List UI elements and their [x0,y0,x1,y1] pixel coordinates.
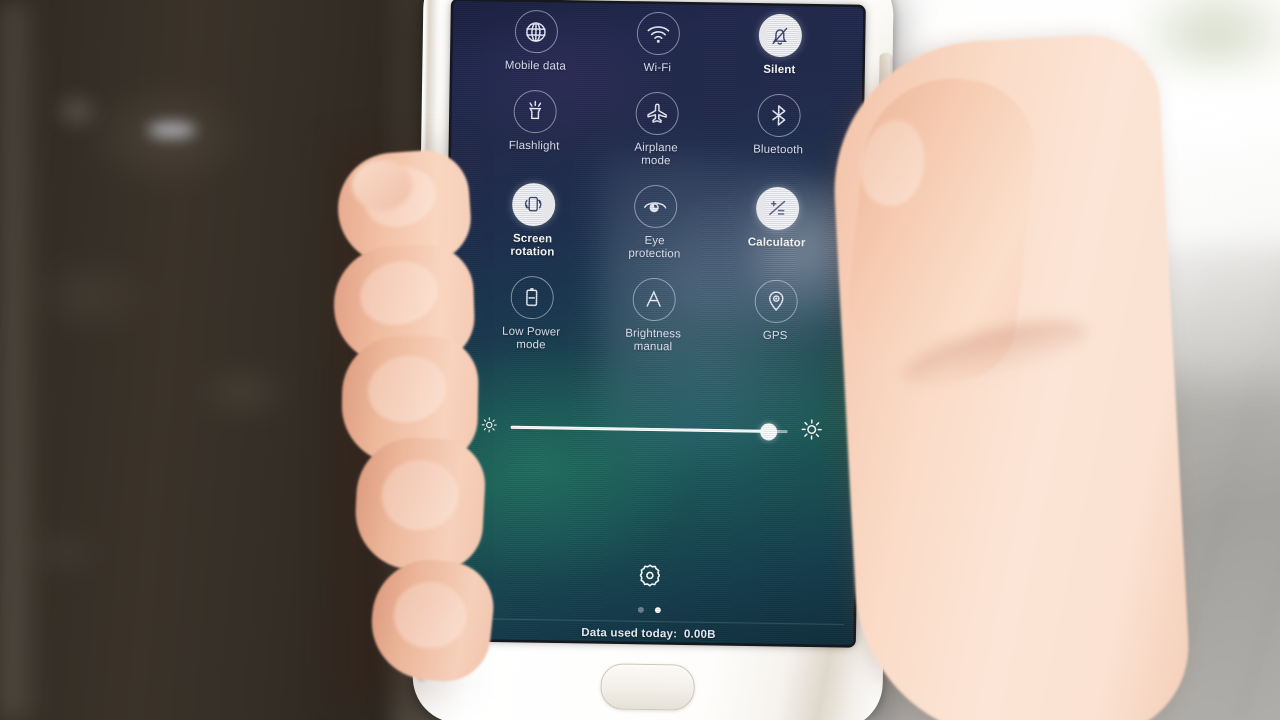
airplane-icon [634,91,679,135]
quick-tile-label: Calculator [747,235,806,249]
quick-tile-label: Brightness manual [625,327,682,354]
brightness-slider-fill [510,425,769,433]
gear-icon [636,562,663,594]
quick-tile-label: Flashlight [508,139,560,153]
quick-tile-label: Bluetooth [753,143,804,156]
power-button[interactable] [878,53,891,118]
quick-tile-label: Screen rotation [510,232,555,259]
calculator-icon [755,186,800,230]
brightness-slider[interactable] [510,422,788,440]
quick-tile-mobile-data[interactable]: Mobile data [474,9,597,74]
smartphone: Mobile data Wi-Fi Silent Flashlight Airp… [412,0,894,720]
quick-settings-grid: Mobile data Wi-Fi Silent Flashlight Airp… [448,9,863,358]
screen-rotation-icon [511,182,556,226]
phone-screen[interactable]: Mobile data Wi-Fi Silent Flashlight Airp… [443,0,864,646]
quick-tile-gps[interactable]: GPS [714,278,837,357]
photo-scene: Mobile data Wi-Fi Silent Flashlight Airp… [0,0,1280,720]
quick-tile-label: Mobile data [504,59,567,73]
brightness-low-icon [481,416,498,438]
data-usage-label: Data used today: [581,626,678,641]
quick-tile-label: Low Power mode [501,325,561,352]
volume-down-button[interactable] [420,240,433,311]
flashlight-icon [512,89,557,133]
bell-muted-icon [758,13,802,58]
location-pin-icon [753,279,798,323]
background-light-glint-secondary [60,98,94,124]
background-deck-highlight [1020,150,1280,380]
quick-tile-eye-protection[interactable]: Eye protection [593,184,716,263]
brightness-auto-icon [631,277,676,321]
bluetooth-icon [756,93,801,137]
quick-tile-label: GPS [762,329,788,342]
quick-tile-brightness-manual[interactable]: Brightness manual [592,277,715,356]
quick-tile-flashlight[interactable]: Flashlight [473,89,596,168]
background-greenery [1130,0,1280,70]
quick-tile-label: Eye protection [628,234,681,261]
globe-icon [514,9,558,54]
quick-tile-label: Wi-Fi [643,61,672,75]
brightness-high-icon [800,418,822,445]
quick-tile-silent[interactable]: Silent [718,13,841,78]
quick-tile-label: Airplane mode [634,141,678,168]
data-usage-value: 0.00B [683,628,716,642]
page-dot-1[interactable] [637,606,644,613]
background-left-edge-light [0,0,42,720]
home-button[interactable] [600,663,695,711]
volume-up-button[interactable] [421,158,434,229]
quick-tile-airplane-mode[interactable]: Airplane mode [595,91,718,170]
eye-icon [633,184,678,228]
battery-low-icon [509,275,554,319]
quick-tile-calculator[interactable]: Calculator [715,185,838,264]
quick-tile-low-power-mode[interactable]: Low Power mode [470,275,593,354]
page-dot-2[interactable] [654,607,661,614]
background-dark-wood-post [0,0,390,720]
quick-tile-bluetooth[interactable]: Bluetooth [717,92,840,171]
quick-tile-wifi[interactable]: Wi-Fi [596,11,719,76]
brightness-slider-thumb[interactable] [759,422,777,440]
quick-tile-label: Silent [763,63,796,77]
background-light-glint [148,122,196,138]
wifi-icon [636,11,680,56]
settings-shortcut[interactable] [444,559,854,597]
quick-tile-screen-rotation[interactable]: Screen rotation [471,182,594,261]
